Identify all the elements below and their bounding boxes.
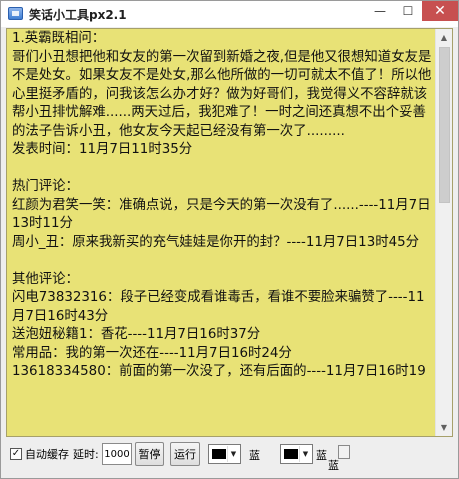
status-bar bbox=[1, 471, 458, 478]
text-line[interactable]: 红颜为君笑一笑：准确点说，只是今天的第一次没有了......----11月7日1… bbox=[12, 197, 432, 234]
text-line[interactable]: 热门评论： bbox=[12, 178, 432, 197]
text-line[interactable]: 其他评论： bbox=[12, 271, 432, 290]
text-line[interactable]: 闪电73832316：段子已经变成看谁毒舌，看谁不要脸来骗赞了----11月7日… bbox=[12, 289, 432, 326]
minimize-button[interactable]: — bbox=[366, 1, 394, 21]
color-label-2: 蓝 bbox=[316, 449, 327, 462]
color-swatch bbox=[212, 449, 226, 459]
app-window: 笑话小工具px2.1 — ☐ ✕ 1.英霸既相问： 哥们小丑想把他和女友的第一次留… bbox=[0, 0, 459, 479]
delay-label: 延时: bbox=[73, 448, 99, 461]
close-button[interactable]: ✕ bbox=[422, 1, 458, 21]
text-line[interactable]: 13618334580：前面的第一次没了，还有后面的----11月7日16时19 bbox=[12, 363, 432, 382]
text-line[interactable]: 常用品：我的第一次还在----11月7日16时24分 bbox=[12, 345, 432, 364]
text-line[interactable]: 发表时间：11月7日11时35分 bbox=[12, 141, 432, 160]
maximize-button[interactable]: ☐ bbox=[394, 1, 422, 21]
auto-cache-label[interactable]: 自动缓存 bbox=[25, 443, 69, 465]
joke-text-content[interactable]: 1.英霸既相问： 哥们小丑想把他和女友的第一次留到新婚之夜,但是他又很想知道女友是… bbox=[12, 30, 432, 382]
window-title: 笑话小工具px2.1 bbox=[29, 8, 127, 22]
title-bar[interactable]: 笑话小工具px2.1 — ☐ ✕ bbox=[1, 1, 458, 27]
color-swatch bbox=[284, 449, 298, 459]
dropdown-arrow-icon[interactable]: ▼ bbox=[299, 446, 311, 462]
delay-input[interactable] bbox=[102, 443, 132, 465]
run-button[interactable]: 运行 bbox=[170, 442, 200, 466]
scroll-down-arrow-icon[interactable]: ▼ bbox=[436, 419, 452, 436]
dropdown-arrow-icon[interactable]: ▼ bbox=[227, 446, 239, 462]
app-window-icon[interactable] bbox=[8, 7, 23, 20]
bottom-toolbar: ✓ 自动缓存 延时: 暂停 运行 ▼ 蓝 ▼ 蓝 蓝 bbox=[6, 441, 453, 472]
extra-option-button[interactable] bbox=[338, 445, 350, 459]
text-line[interactable]: 哥们小丑想把他和女友的第一次留到新婚之夜,但是他又很想知道女友是不是处女。如果女… bbox=[12, 49, 432, 142]
auto-cache-checkbox[interactable]: ✓ bbox=[10, 448, 22, 460]
color-label-1: 蓝 bbox=[249, 449, 260, 462]
scroll-thumb[interactable] bbox=[439, 47, 450, 203]
text-color-select[interactable]: ▼ bbox=[208, 444, 241, 464]
text-line[interactable]: 1.英霸既相问： bbox=[12, 30, 432, 49]
text-line[interactable]: 送泡妞秘籍1：香花----11月7日16时37分 bbox=[12, 326, 432, 345]
text-line[interactable] bbox=[12, 252, 432, 271]
vertical-scrollbar[interactable]: ▲ ▼ bbox=[435, 29, 452, 436]
scroll-up-arrow-icon[interactable]: ▲ bbox=[436, 29, 452, 46]
bg-color-select[interactable]: ▼ bbox=[280, 444, 313, 464]
text-line[interactable]: 周小_丑：原来我新买的充气娃娃是你开的封？----11月7日13时45分 bbox=[12, 234, 432, 253]
joke-text-area[interactable]: 1.英霸既相问： 哥们小丑想把他和女友的第一次留到新婚之夜,但是他又很想知道女友是… bbox=[6, 28, 453, 437]
pause-button[interactable]: 暂停 bbox=[135, 442, 164, 466]
text-line[interactable] bbox=[12, 160, 432, 179]
